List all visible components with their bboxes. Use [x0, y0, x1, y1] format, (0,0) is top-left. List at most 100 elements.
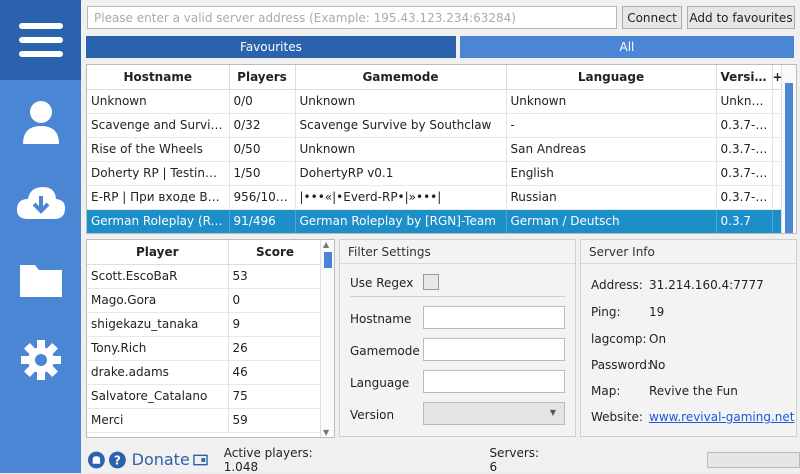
server-row[interactable]: E-RP | При входе Всем956/1000|•••«|•Ever…: [87, 185, 782, 209]
server-cell: 0/50: [229, 137, 295, 161]
server-cell: Unknown: [295, 137, 506, 161]
menu-icon: [19, 23, 63, 57]
filter-settings-panel: Filter Settings Use Regex Hostname Gamem…: [339, 239, 576, 437]
server-cell: German / Deutsch: [506, 209, 716, 233]
server-cell: 0.3.7-R2: [716, 113, 772, 137]
add-to-favourites-button[interactable]: Add to favourites: [687, 6, 795, 29]
ping-label: Ping:: [591, 305, 649, 319]
player-name: Mago.Gora: [87, 288, 228, 312]
column-hostname[interactable]: Hostname: [87, 65, 229, 89]
server-cell: Scavenge Survive by Southclaw: [295, 113, 506, 137]
player-row[interactable]: Merci59: [87, 408, 322, 432]
language-filter-input[interactable]: [423, 370, 565, 393]
player-score: 46: [228, 360, 322, 384]
help-icon[interactable]: ?: [109, 451, 126, 469]
gamemode-filter-input[interactable]: [423, 338, 565, 361]
connect-button[interactable]: Connect: [622, 6, 682, 29]
server-cell: DohertyRP v0.1: [295, 161, 506, 185]
server-row[interactable]: Scavenge and Survive Test0/32Scavenge Su…: [87, 113, 782, 137]
version-select[interactable]: ▼: [423, 402, 565, 425]
player-row[interactable]: drake.adams46: [87, 360, 322, 384]
map-value: Revive the Fun: [649, 384, 738, 398]
server-cell: German Roleplay by [RGN]-Team: [295, 209, 506, 233]
cloud-download-icon: [16, 183, 66, 221]
server-cell: German Roleplay (Revival): [87, 209, 229, 233]
player-row[interactable]: Scott.EscoBaR53: [87, 264, 322, 288]
player-name: Tony.Rich: [87, 336, 228, 360]
donate-link[interactable]: Donate: [132, 450, 190, 469]
profile-button[interactable]: [0, 92, 81, 152]
status-bar: ? Donate Active players: 1.048 Servers: …: [81, 446, 800, 473]
password-label: Password:: [591, 358, 649, 372]
column-player[interactable]: Player: [87, 240, 228, 264]
column-players[interactable]: Players: [229, 65, 295, 89]
column-score[interactable]: Score: [228, 240, 322, 264]
server-cell: Unknown: [87, 89, 229, 113]
player-name: shigekazu_tanaka: [87, 312, 228, 336]
server-cell: 0.3.7-R2: [716, 185, 772, 209]
server-cell: E-RP | При входе Всем: [87, 185, 229, 209]
scroll-thumb[interactable]: [785, 83, 793, 233]
player-score: 26: [228, 336, 322, 360]
chevron-down-icon: ▼: [550, 408, 556, 417]
folder-icon: [18, 261, 64, 299]
server-cell: Unknown: [506, 89, 716, 113]
scroll-thumb[interactable]: [324, 252, 332, 268]
folder-button[interactable]: [0, 250, 81, 310]
player-row[interactable]: shigekazu_tanaka9: [87, 312, 322, 336]
active-players-count: Active players: 1.048: [224, 446, 343, 474]
tab-favourites[interactable]: Favourites: [86, 36, 456, 58]
server-cell: Unknown: [295, 89, 506, 113]
website-label: Website:: [591, 410, 649, 424]
player-name: drake.adams: [87, 360, 228, 384]
ping-value: 19: [649, 305, 664, 319]
sidebar: [0, 0, 81, 473]
menu-button[interactable]: [0, 0, 81, 80]
player-score: 75: [228, 384, 322, 408]
use-regex-checkbox[interactable]: [423, 274, 439, 290]
server-cell: Unknown: [716, 89, 772, 113]
user-icon: [21, 100, 61, 144]
player-score: 9: [228, 312, 322, 336]
player-row[interactable]: Tony.Rich26: [87, 336, 322, 360]
server-cell: |•••«|•Everd-RP•|»•••|: [295, 185, 506, 209]
server-address-input[interactable]: [87, 6, 617, 29]
website-link[interactable]: www.revival-gaming.net: [649, 410, 795, 424]
column-gamemode[interactable]: Gamemode: [295, 65, 506, 89]
player-name: Scott.EscoBaR: [87, 264, 228, 288]
server-info-panel: Server Info Address:31.214.160.4:7777 Pi…: [580, 239, 797, 437]
github-icon[interactable]: [88, 451, 105, 469]
lagcomp-label: lagcomp:: [591, 332, 649, 346]
map-label: Map:: [591, 384, 649, 398]
server-cell: 956/1000: [229, 185, 295, 209]
server-cell: San Andreas: [506, 137, 716, 161]
player-row[interactable]: Salvatore_Catalano75: [87, 384, 322, 408]
server-row[interactable]: Doherty RP | Testing Server1/50DohertyRP…: [87, 161, 782, 185]
scroll-down-icon[interactable]: ▼: [323, 428, 329, 437]
use-regex-label: Use Regex: [350, 276, 413, 290]
server-cell: 0.3.7-R2: [716, 137, 772, 161]
column-version[interactable]: Version: [716, 65, 772, 89]
server-cell: 0.3.7: [716, 209, 772, 233]
column-language[interactable]: Language: [506, 65, 716, 89]
server-cell: Russian: [506, 185, 716, 209]
download-button[interactable]: [0, 172, 81, 232]
player-list-scrollbar[interactable]: ▲ ▼: [320, 240, 334, 437]
gear-icon: [20, 339, 62, 381]
tab-all[interactable]: All: [460, 36, 794, 58]
player-row[interactable]: Mago.Gora0: [87, 288, 322, 312]
server-list-scrollbar[interactable]: [781, 65, 796, 233]
settings-button[interactable]: [0, 330, 81, 390]
server-row[interactable]: Unknown0/0UnknownUnknownUnknown: [87, 89, 782, 113]
filter-settings-title: Filter Settings: [340, 240, 575, 264]
server-row[interactable]: German Roleplay (Revival)91/496German Ro…: [87, 209, 782, 233]
server-cell: -: [506, 113, 716, 137]
player-name: Salvatore_Catalano: [87, 384, 228, 408]
server-row[interactable]: Rise of the Wheels0/50UnknownSan Andreas…: [87, 137, 782, 161]
hostname-filter-input[interactable]: [423, 306, 565, 329]
server-cell: English: [506, 161, 716, 185]
divider: [350, 296, 565, 297]
main-panel: Connect Add to favourites Favourites All…: [81, 0, 800, 473]
player-score: 0: [228, 288, 322, 312]
scroll-up-icon[interactable]: ▲: [323, 240, 329, 249]
